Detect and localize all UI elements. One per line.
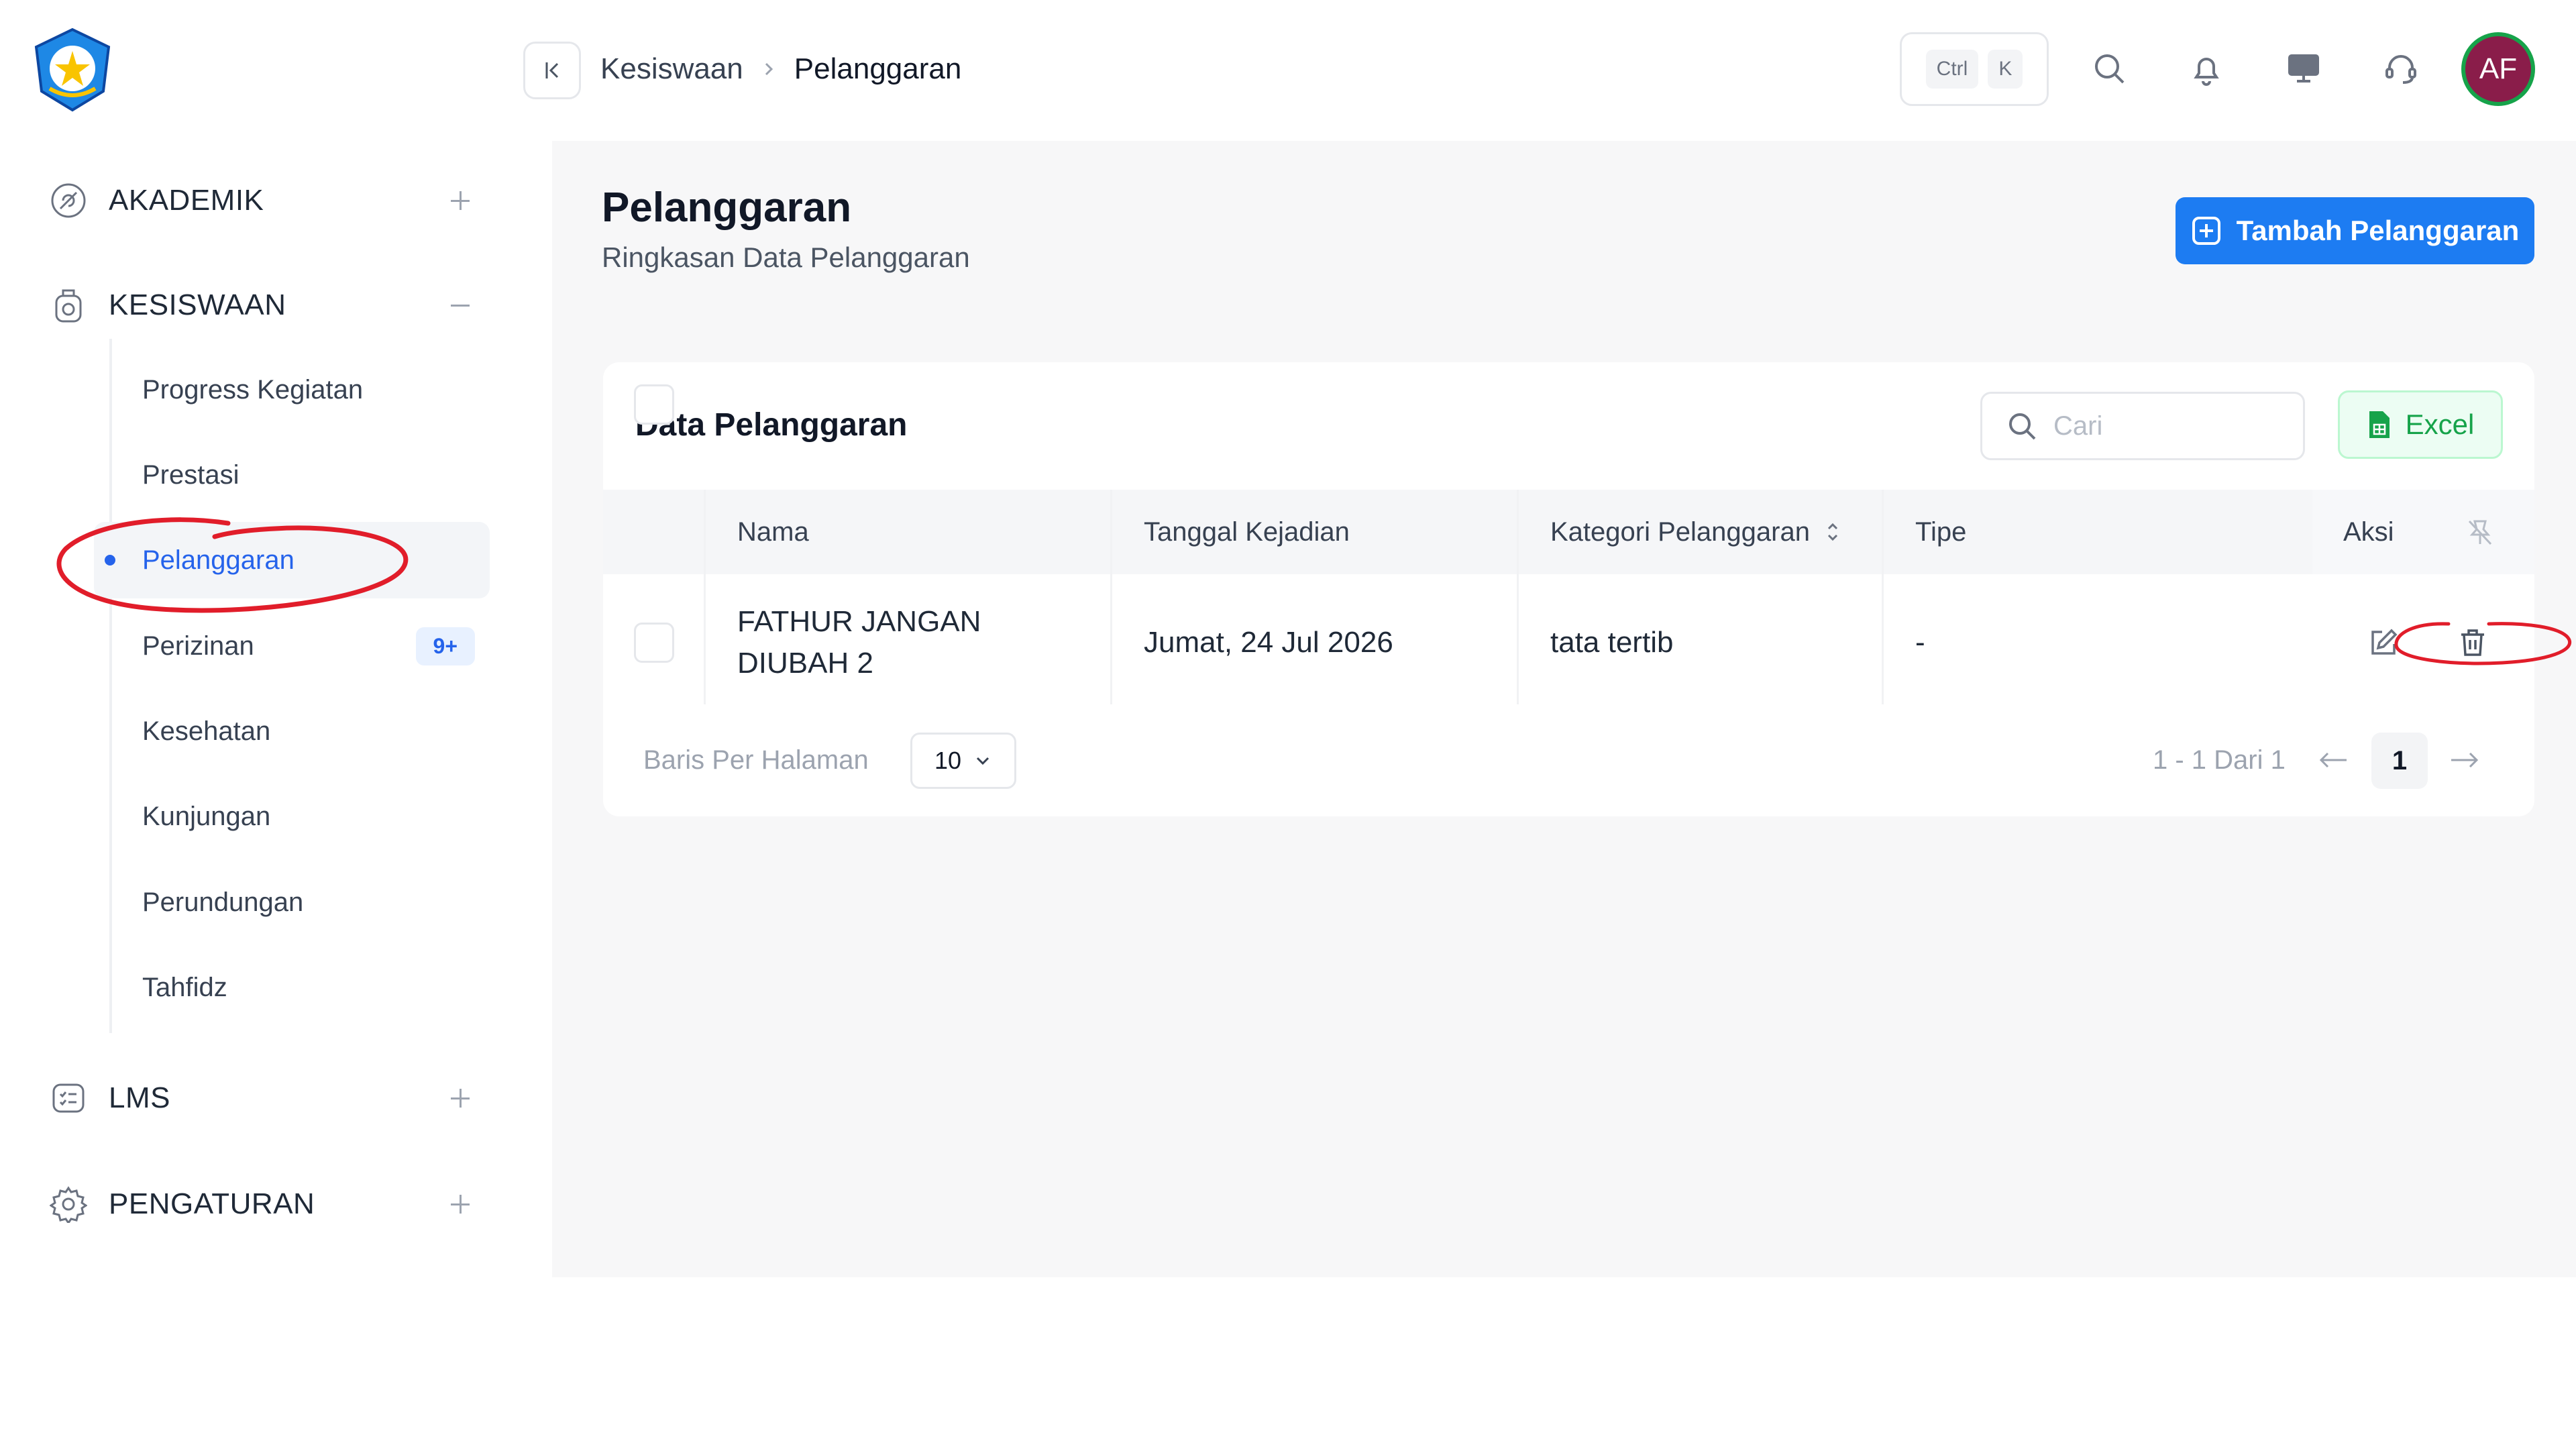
table-row[interactable]: FATHUR JANGAN DIUBAH 2 Jumat, 24 Jul 202… xyxy=(603,574,2534,711)
command-palette-button[interactable]: Ctrl K xyxy=(1900,32,2049,106)
expand-icon[interactable] xyxy=(445,1189,475,1219)
cell-tanggal: Jumat, 24 Jul 2026 xyxy=(1144,626,1393,659)
sidebar-item-label: Kesehatan xyxy=(142,716,271,746)
headset-icon[interactable] xyxy=(2379,47,2422,90)
breadcrumb-item[interactable]: Kesiswaan xyxy=(600,52,743,86)
sidebar-item-label: Kunjungan xyxy=(142,801,271,831)
page-number-button[interactable]: 1 xyxy=(2371,733,2428,789)
edit-icon[interactable] xyxy=(2367,574,2400,711)
rows-per-page-value: 10 xyxy=(934,747,962,774)
chevron-down-icon xyxy=(976,757,989,765)
data-card: Data Pelanggaran Excel Nama Tanggal Keja… xyxy=(603,362,2534,816)
cell-nama: FATHUR JANGAN DIUBAH 2 xyxy=(737,574,981,711)
card-title: Data Pelanggaran xyxy=(635,407,908,443)
nav-group-pengaturan[interactable]: PENGATURAN xyxy=(40,1174,490,1234)
collapse-left-icon xyxy=(545,62,559,78)
search-icon[interactable] xyxy=(2088,47,2131,90)
expand-icon[interactable] xyxy=(445,1083,475,1113)
nav-group-akademik[interactable]: AKADEMIK xyxy=(40,170,490,231)
sidebar-item-perundungan[interactable]: Perundungan xyxy=(94,864,490,941)
active-dot-icon xyxy=(105,555,115,566)
nav-group-label: AKADEMIK xyxy=(109,184,264,217)
cell-nama-line: DIUBAH 2 xyxy=(737,647,873,680)
cell-kategori: tata tertib xyxy=(1550,626,1674,659)
prev-page-arrow-icon[interactable] xyxy=(2316,743,2350,777)
sidebar-item-kunjungan[interactable]: Kunjungan xyxy=(94,778,490,855)
column-header-tanggal[interactable]: Tanggal Kejadian xyxy=(1144,490,1350,574)
page-subtitle: Ringkasan Data Pelanggaran xyxy=(602,241,970,273)
gear-icon xyxy=(47,1183,90,1226)
nav-group-label: PENGATURAN xyxy=(109,1187,315,1220)
kbd-key: K xyxy=(1988,50,2023,89)
sidebar-item-perizinan[interactable]: Perizinan 9+ xyxy=(94,608,490,684)
avatar[interactable]: AF xyxy=(2461,32,2535,106)
sidebar-item-progress-kegiatan[interactable]: Progress Kegiatan xyxy=(94,352,490,428)
next-page-arrow-icon[interactable] xyxy=(2448,743,2481,777)
sort-icon[interactable] xyxy=(1825,521,1841,543)
rows-per-page-label: Baris Per Halaman xyxy=(643,745,869,775)
sidebar-item-pelanggaran[interactable]: Pelanggaran xyxy=(94,522,490,598)
sidebar-item-label: Pelanggaran xyxy=(142,545,294,575)
sidebar-item-label: Perundungan xyxy=(142,887,304,917)
select-all-cell xyxy=(634,362,674,447)
kbd-key: Ctrl xyxy=(1925,50,1979,89)
search-input[interactable] xyxy=(2053,411,2295,441)
monitor-icon[interactable] xyxy=(2282,47,2325,90)
nav-group-label: KESISWAAN xyxy=(109,288,286,321)
nav-group-kesiswaan[interactable]: KESISWAAN xyxy=(40,275,490,335)
page-title: Pelanggaran xyxy=(602,184,852,231)
column-header-label: Kategori Pelanggaran xyxy=(1550,517,1810,547)
breadcrumb: Kesiswaan Pelanggaran xyxy=(600,48,961,90)
student-icon xyxy=(47,284,90,327)
logo-icon[interactable] xyxy=(30,27,115,113)
select-all-checkbox[interactable] xyxy=(634,384,674,425)
pagination-info: 1 - 1 Dari 1 xyxy=(2153,745,2286,775)
sidebar-item-prestasi[interactable]: Prestasi xyxy=(94,437,490,513)
plus-square-icon xyxy=(2192,217,2220,245)
expand-icon[interactable] xyxy=(445,186,475,215)
collapse-icon[interactable] xyxy=(445,290,475,320)
sidebar-item-kesehatan[interactable]: Kesehatan xyxy=(94,693,490,769)
sidebar-item-label: Tahfidz xyxy=(142,972,227,1002)
nav-group-label: LMS xyxy=(109,1081,170,1114)
column-header-nama[interactable]: Nama xyxy=(737,490,809,574)
search-icon xyxy=(2009,413,2036,440)
sidebar-item-tahfidz[interactable]: Tahfidz xyxy=(94,949,490,1026)
breadcrumb-current: Pelanggaran xyxy=(794,52,962,85)
bell-icon[interactable] xyxy=(2185,47,2228,90)
excel-export-button[interactable]: Excel xyxy=(2338,390,2503,459)
academic-icon xyxy=(47,179,90,222)
sidebar: AKADEMIK KESISWAAN Progress Kegiatan Pre… xyxy=(0,0,552,1277)
add-button-label: Tambah Pelanggaran xyxy=(2236,215,2520,246)
column-header-tipe[interactable]: Tipe xyxy=(1915,490,1966,574)
chevron-right-icon xyxy=(761,61,777,77)
sidebar-item-label: Perizinan xyxy=(142,631,254,661)
cell-nama-line: FATHUR JANGAN xyxy=(737,605,981,638)
unpin-icon[interactable] xyxy=(2465,490,2495,574)
cell-tipe: - xyxy=(1915,626,1925,659)
column-header-kategori[interactable]: Kategori Pelanggaran xyxy=(1550,490,1841,574)
trash-icon[interactable] xyxy=(2457,574,2488,711)
nav-group-lms[interactable]: LMS xyxy=(40,1068,490,1128)
column-header-aksi: Aksi xyxy=(2343,517,2394,547)
rows-per-page-select[interactable]: 10 xyxy=(910,733,1016,789)
spreadsheet-icon xyxy=(2369,411,2390,438)
sidebar-item-label: Progress Kegiatan xyxy=(142,374,364,405)
excel-button-label: Excel xyxy=(2405,409,2475,440)
row-select-cell xyxy=(634,574,674,711)
notification-badge: 9+ xyxy=(415,627,475,665)
search-field[interactable] xyxy=(1980,392,2305,460)
collapse-sidebar-button[interactable] xyxy=(523,42,581,99)
sidebar-item-label: Prestasi xyxy=(142,460,239,490)
row-checkbox[interactable] xyxy=(634,623,674,663)
lms-icon xyxy=(47,1077,90,1120)
add-pelanggaran-button[interactable]: Tambah Pelanggaran xyxy=(2176,197,2534,264)
